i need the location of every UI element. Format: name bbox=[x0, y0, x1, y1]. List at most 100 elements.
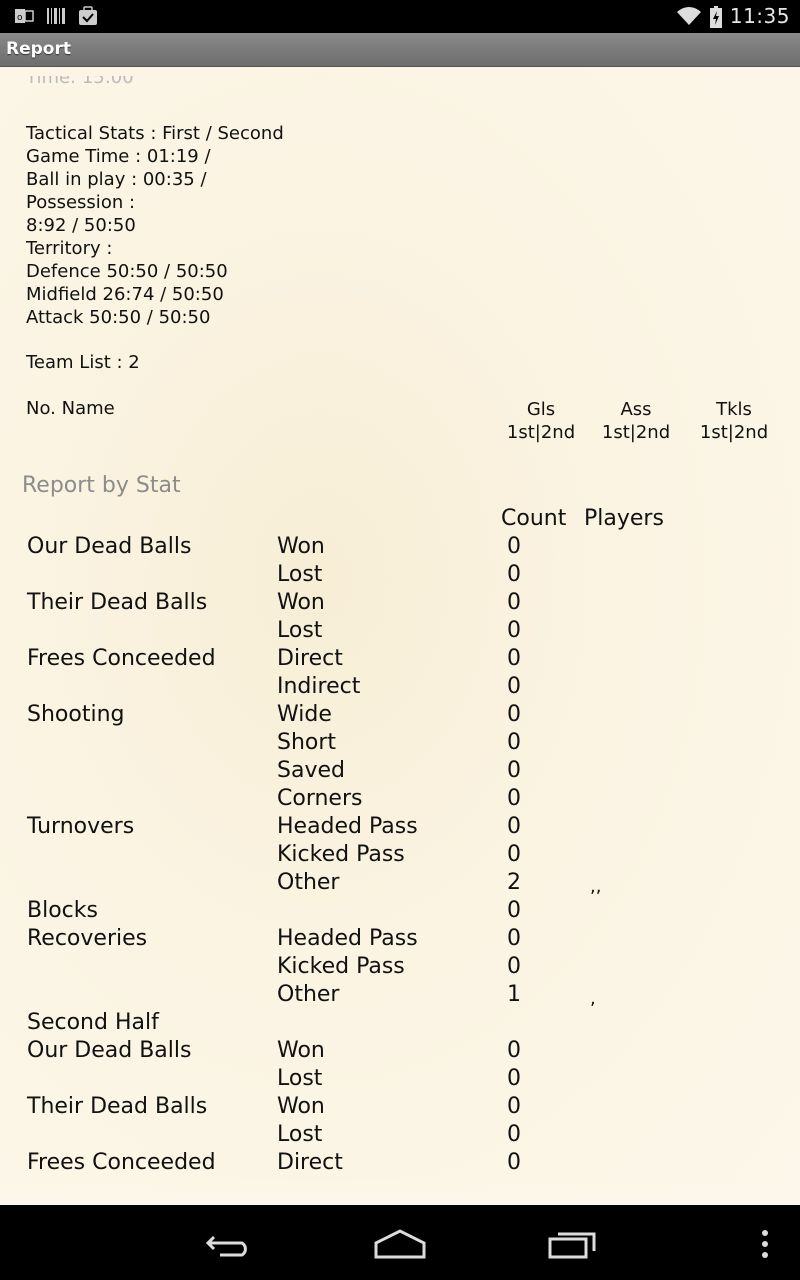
stat-row: Indirect 0 bbox=[0, 673, 800, 701]
stat-count: 0 bbox=[507, 618, 521, 643]
stat-row: Lost 0 bbox=[0, 1121, 800, 1149]
stat-subcategory: Direct bbox=[277, 1150, 343, 1175]
stat-row: Short 0 bbox=[0, 729, 800, 757]
stat-subcategory: Lost bbox=[277, 1122, 323, 1147]
stat-row: Recoveries Headed Pass 0 bbox=[0, 925, 800, 953]
stat-count: 0 bbox=[507, 1094, 521, 1119]
report-scroll-view[interactable]: Time: 15:00 Tactical Stats : First / Sec… bbox=[0, 67, 800, 1205]
stat-count: 0 bbox=[507, 1066, 521, 1091]
stat-row: Lost 0 bbox=[0, 617, 800, 645]
stat-category: Our Dead Balls bbox=[27, 1038, 192, 1063]
stat-subcategory: Won bbox=[277, 534, 325, 559]
stat-count: 0 bbox=[507, 842, 521, 867]
stat-subcategory: Kicked Pass bbox=[277, 842, 405, 867]
territory-defence: Defence 50:50 / 50:50 bbox=[26, 261, 228, 282]
svg-text:o: o bbox=[17, 13, 23, 23]
barcode-icon bbox=[46, 6, 66, 26]
stat-count: 0 bbox=[507, 562, 521, 587]
stat-subcategory: Won bbox=[277, 1038, 325, 1063]
team-list-label: Team List : 2 bbox=[26, 352, 140, 373]
tackles-column-header: Tkls 1st|2nd bbox=[699, 399, 769, 443]
recent-apps-icon[interactable] bbox=[542, 1227, 602, 1261]
stat-subcategory: Headed Pass bbox=[277, 814, 418, 839]
stat-count: 0 bbox=[507, 702, 521, 727]
stat-row: Blocks 0 bbox=[0, 897, 800, 925]
stat-category: Second Half bbox=[27, 1010, 159, 1035]
stat-count: 0 bbox=[507, 1122, 521, 1147]
stat-count: 0 bbox=[507, 646, 521, 671]
report-by-stat-heading: Report by Stat bbox=[22, 473, 181, 498]
stat-count: 2 bbox=[507, 870, 521, 895]
stat-count: 0 bbox=[507, 898, 521, 923]
players-header: Players bbox=[584, 506, 664, 531]
stat-subcategory: Won bbox=[277, 590, 325, 615]
possession-label: Possession : bbox=[26, 192, 136, 213]
stat-category: Shooting bbox=[27, 702, 125, 727]
stat-subcategory: Saved bbox=[277, 758, 345, 783]
home-icon[interactable] bbox=[370, 1227, 430, 1261]
stat-subcategory: Other bbox=[277, 870, 340, 895]
stat-row: Kicked Pass 0 bbox=[0, 953, 800, 981]
stat-row: Lost 0 bbox=[0, 1065, 800, 1093]
stat-row: Their Dead Balls Won 0 bbox=[0, 589, 800, 617]
stat-count: 0 bbox=[507, 534, 521, 559]
stat-count: 0 bbox=[507, 814, 521, 839]
stat-count: 0 bbox=[507, 674, 521, 699]
stat-row: Frees Conceeded Direct 0 bbox=[0, 645, 800, 673]
stat-subcategory: Lost bbox=[277, 1066, 323, 1091]
territory-attack: Attack 50:50 / 50:50 bbox=[26, 307, 211, 328]
stat-subcategory: Indirect bbox=[277, 674, 361, 699]
system-indicators: 11:35 bbox=[676, 4, 790, 28]
task-icon bbox=[78, 6, 98, 26]
stat-row: Saved 0 bbox=[0, 757, 800, 785]
stat-count: 0 bbox=[507, 926, 521, 951]
back-icon[interactable] bbox=[200, 1227, 260, 1261]
stat-subcategory: Won bbox=[277, 1094, 325, 1119]
count-header: Count bbox=[501, 506, 567, 531]
stat-row: Our Dead Balls Won 0 bbox=[0, 1037, 800, 1065]
tactical-stats: Tactical Stats : First / Second Game Tim… bbox=[26, 122, 284, 329]
stat-subcategory: Kicked Pass bbox=[277, 954, 405, 979]
stat-category: Blocks bbox=[27, 898, 98, 923]
stat-count: 0 bbox=[507, 1150, 521, 1175]
navigation-bar bbox=[0, 1205, 800, 1280]
stat-row: Our Dead Balls Won 0 bbox=[0, 533, 800, 561]
stat-subcategory: Corners bbox=[277, 786, 363, 811]
stat-category: Frees Conceeded bbox=[27, 1150, 216, 1175]
stat-row: Kicked Pass 0 bbox=[0, 841, 800, 869]
stat-category: Our Dead Balls bbox=[27, 534, 192, 559]
overflow-menu-icon[interactable] bbox=[745, 1227, 785, 1261]
cut-off-line: Time: 15:00 bbox=[26, 76, 134, 88]
stat-row: Their Dead Balls Won 0 bbox=[0, 1093, 800, 1121]
stat-category: Frees Conceeded bbox=[27, 646, 216, 671]
stat-subcategory: Lost bbox=[277, 562, 323, 587]
possession-value: 8:92 / 50:50 bbox=[26, 215, 136, 236]
stat-count: 1 bbox=[507, 982, 521, 1007]
stat-count: 0 bbox=[507, 730, 521, 755]
stat-subcategory: Direct bbox=[277, 646, 343, 671]
stat-row: Shooting Wide 0 bbox=[0, 701, 800, 729]
stat-category: Recoveries bbox=[27, 926, 148, 951]
no-name-header: No. Name bbox=[26, 398, 115, 419]
clock: 11:35 bbox=[729, 4, 790, 28]
stat-row: Turnovers Headed Pass 0 bbox=[0, 813, 800, 841]
stat-row: Corners 0 bbox=[0, 785, 800, 813]
page-title: Report bbox=[6, 39, 71, 59]
game-time: Game Time : 01:19 / bbox=[26, 146, 211, 167]
notification-icons: o bbox=[14, 6, 98, 26]
stat-count: 0 bbox=[507, 1038, 521, 1063]
status-bar: o 11:35 bbox=[0, 0, 800, 33]
battery-charging-icon bbox=[709, 6, 722, 28]
wifi-icon bbox=[676, 6, 702, 26]
stat-subcategory: Short bbox=[277, 730, 337, 755]
goals-column-header: Gls 1st|2nd bbox=[506, 399, 576, 443]
stat-count: 0 bbox=[507, 590, 521, 615]
stat-row: Frees Conceeded Direct 0 bbox=[0, 1149, 800, 1177]
ball-in-play: Ball in play : 00:35 / bbox=[26, 169, 207, 190]
scroll-fade bbox=[0, 1179, 800, 1205]
stat-count: 0 bbox=[507, 758, 521, 783]
stat-category: Their Dead Balls bbox=[27, 1094, 208, 1119]
stat-row: Other 2,, bbox=[0, 869, 800, 897]
stat-subcategory: Other bbox=[277, 982, 340, 1007]
stat-subcategory: Lost bbox=[277, 618, 323, 643]
